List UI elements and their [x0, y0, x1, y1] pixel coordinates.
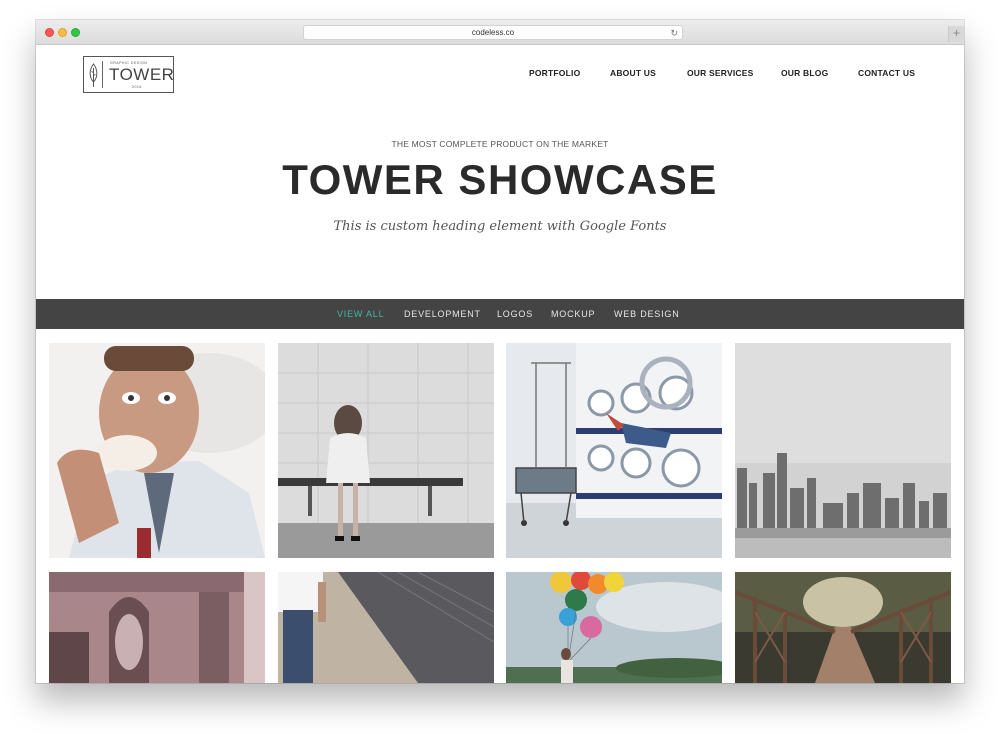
hero-kicker: THE MOST COMPLETE PRODUCT ON THE MARKET [391, 139, 609, 149]
filter-web-design[interactable]: WEB DESIGN [614, 309, 680, 319]
reload-icon[interactable]: ↻ [670, 26, 678, 40]
close-window-button[interactable] [45, 28, 54, 37]
portfolio-image-man-walking [278, 572, 494, 683]
portfolio-item[interactable] [49, 572, 265, 683]
portfolio-item[interactable] [735, 343, 951, 558]
nav-item-contact-us[interactable]: CONTACT US [858, 68, 915, 78]
portfolio-image-wooden-bridge [735, 572, 951, 683]
portfolio-image-man-eating [49, 343, 265, 558]
main-nav: PORTFOLIO ABOUT US OUR SERVICES OUR BLOG… [36, 68, 964, 82]
portfolio-image-balloons [506, 572, 722, 683]
filter-view-all[interactable]: VIEW ALL [337, 309, 384, 319]
address-text: codeless.co [471, 28, 515, 37]
portfolio-image-city-skyline [735, 343, 951, 558]
portfolio-item[interactable] [506, 572, 722, 683]
hero-title: TOWER SHOWCASE [282, 156, 718, 203]
nav-item-about-us[interactable]: ABOUT US [610, 68, 656, 78]
browser-window: codeless.co ↻ + GRAPHIC DESIGN TOWER 201… [36, 20, 964, 683]
nav-item-portfolio[interactable]: PORTFOLIO [529, 68, 580, 78]
portfolio-image-vintage-interior [49, 572, 265, 683]
portfolio-item[interactable] [278, 572, 494, 683]
portfolio-item[interactable] [735, 572, 951, 683]
browser-titlebar: codeless.co ↻ + [36, 20, 964, 45]
nav-item-our-blog[interactable]: OUR BLOG [781, 68, 828, 78]
new-tab-button[interactable]: + [948, 26, 964, 42]
hero-subtitle: This is custom heading element with Goog… [333, 219, 667, 234]
portfolio-image-laundromat [506, 343, 722, 558]
nav-item-our-services[interactable]: OUR SERVICES [687, 68, 753, 78]
zoom-window-button[interactable] [71, 28, 80, 37]
filter-logos[interactable]: LOGOS [497, 309, 533, 319]
portfolio-filter-bar: VIEW ALL DEVELOPMENT LOGOS MOCKUP WEB DE… [36, 299, 964, 329]
portfolio-item[interactable] [49, 343, 265, 558]
filter-mockup[interactable]: MOCKUP [551, 309, 595, 319]
portfolio-item[interactable] [278, 343, 494, 558]
address-bar[interactable]: codeless.co ↻ [303, 25, 683, 40]
portfolio-item[interactable] [506, 343, 722, 558]
portfolio-image-sad-woman [278, 343, 494, 558]
filter-development[interactable]: DEVELOPMENT [404, 309, 481, 319]
minimize-window-button[interactable] [58, 28, 67, 37]
logo-year: 2016 [132, 85, 142, 89]
